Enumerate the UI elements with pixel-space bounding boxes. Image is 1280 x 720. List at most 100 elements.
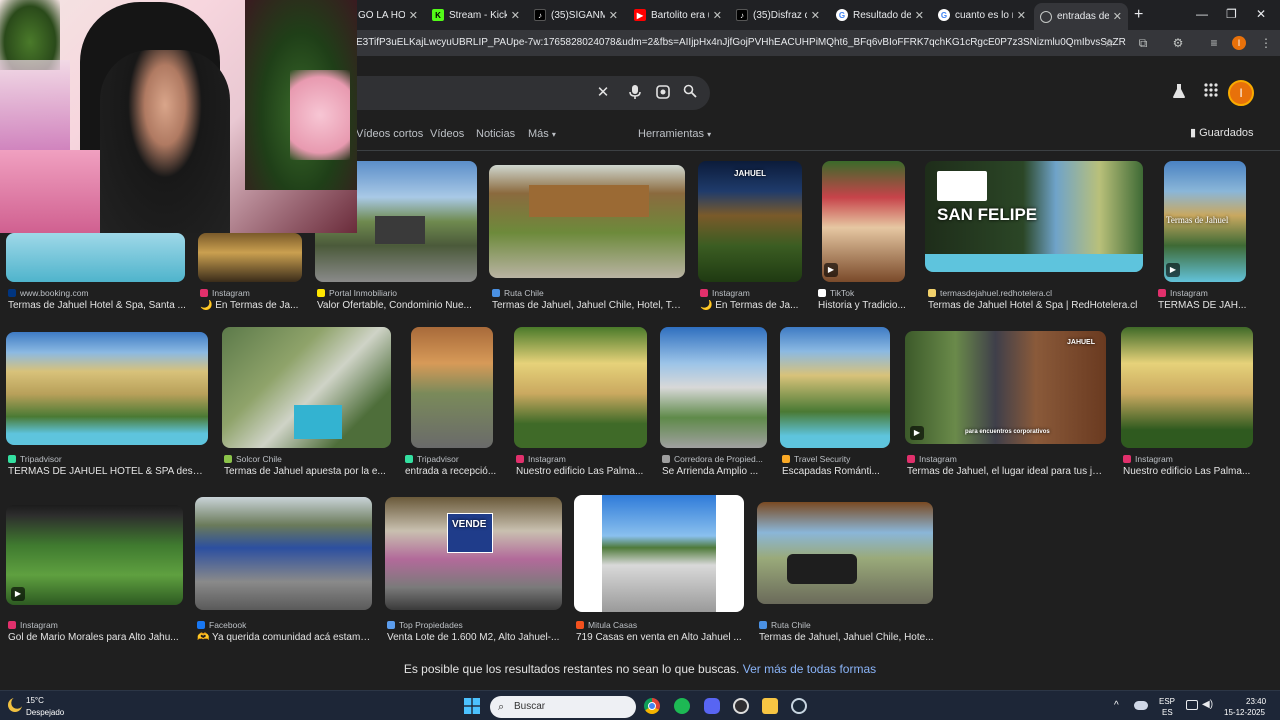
profile-icon[interactable]: I [1232,36,1246,50]
weather-icon[interactable] [8,698,22,712]
result-title[interactable]: 🌙 En Termas de Ja... [200,300,304,311]
result-title[interactable]: Escapadas Románti... [782,466,892,477]
language-top[interactable]: ESP [1159,697,1175,706]
result-source[interactable]: Corredora de Propied... [662,454,768,464]
result-title[interactable]: Nuestro edificio Las Palma... [1123,466,1253,477]
clear-search-icon[interactable]: ✕ [594,84,612,102]
result-title[interactable]: Termas de Jahuel, Jahuel Chile, Hote... [759,632,935,643]
taskbar-search-input[interactable]: ⌕ Buscar [490,696,636,718]
minimize-icon[interactable]: — [1196,7,1208,21]
restore-icon[interactable]: ❐ [1226,7,1237,21]
extensions-icon[interactable]: ⧉ [1135,35,1151,51]
volume-icon[interactable]: ◀) [1202,699,1213,710]
show-all-link[interactable]: Ver más de todas formas [743,662,876,676]
result-source[interactable]: TikTok [818,288,918,298]
steam-icon[interactable] [791,698,807,714]
result-image[interactable] [411,327,493,448]
result-source[interactable]: Top Propiedades [387,620,563,630]
clock-time[interactable]: 23:40 [1246,697,1266,706]
filter-videos-cortos[interactable]: Vídeos cortos [356,128,423,140]
windows-start-icon[interactable] [464,698,480,714]
result-title[interactable]: Termas de Jahuel Hotel & Spa, Santa ... [8,300,186,311]
result-source[interactable]: Instagram [200,288,304,298]
close-icon[interactable]: ✕ [1017,9,1026,22]
result-title[interactable]: Historia y Tradicio... [818,300,918,311]
result-source[interactable]: Ruta Chile [492,288,684,298]
result-image[interactable] [6,332,208,445]
saved-button[interactable]: ▮ Guardados [1190,126,1254,139]
close-icon[interactable]: ✕ [1113,10,1122,23]
close-icon[interactable]: ✕ [511,9,520,22]
result-source[interactable]: Solcor Chile [224,454,392,464]
browser-tab[interactable]: G Resultado de ir ✕ [830,3,930,27]
labs-flask-icon[interactable] [1172,83,1186,103]
result-image[interactable] [1121,327,1253,448]
close-icon[interactable]: ✕ [915,9,924,22]
file-explorer-icon[interactable] [762,698,778,714]
result-image[interactable]: SAN FELIPE [925,161,1143,272]
result-title[interactable]: Gol de Mario Morales para Alto Jahu... [8,632,184,643]
result-source[interactable]: Instagram [1123,454,1253,464]
result-title[interactable]: entrada a recepció... [405,466,505,477]
extension-icon[interactable]: ⚙ [1170,35,1186,51]
result-image[interactable]: Termas de Jahuel ▶ [1164,161,1246,282]
result-title[interactable]: Termas de Jahuel, el lugar ideal para tu… [907,466,1107,477]
address-bar[interactable]: E3TifP3uELKajLwcyuUBRLIP_PAUpe-7w:176582… [356,33,1126,53]
result-source[interactable]: Facebook [197,620,373,630]
apps-grid-icon[interactable] [1204,83,1218,101]
result-title[interactable]: Se Arrienda Amplio ... [662,466,768,477]
result-image[interactable] [757,502,933,604]
microphone-icon[interactable] [626,84,644,102]
clock-date[interactable]: 15-12-2025 [1224,708,1265,717]
filter-mas[interactable]: Más ▾ [528,128,556,140]
result-source[interactable]: Tripadvisor [405,454,505,464]
filter-videos[interactable]: Vídeos [430,128,464,140]
browser-tab[interactable]: ♪ (35)Disfraz de ✕ [730,3,826,27]
result-image[interactable] [660,327,767,448]
result-image[interactable] [195,497,372,610]
chrome-icon[interactable] [644,698,660,714]
result-source[interactable]: Travel Security [782,454,892,464]
result-source[interactable]: Instagram [8,620,184,630]
result-title[interactable]: 🌙 En Termas de Ja... [700,300,804,311]
close-icon[interactable]: ✕ [713,9,722,22]
result-source[interactable]: termasdejahuel.redhotelera.cl [928,288,1142,298]
account-avatar[interactable]: I [1228,80,1254,106]
result-image[interactable] [489,165,685,278]
media-controls-icon[interactable]: ≡ [1206,35,1222,51]
filter-noticias[interactable]: Noticias [476,128,515,140]
browser-tab[interactable]: ▶ Bartolito era u ✕ [628,3,728,27]
result-image[interactable]: JAHUEL [698,161,802,282]
close-window-icon[interactable]: ✕ [1256,7,1266,21]
result-title[interactable]: Nuestro edificio Las Palma... [516,466,646,477]
result-image[interactable] [780,327,890,448]
result-title[interactable]: 719 Casas en venta en Alto Jahuel ... [576,632,746,643]
browser-tab[interactable]: K Stream - Kick C ✕ [426,3,526,27]
result-title[interactable]: TERMAS DE JAH... [1158,300,1252,311]
onedrive-icon[interactable] [1134,701,1148,710]
result-source[interactable]: Instagram [907,454,1107,464]
result-source[interactable]: Instagram [700,288,804,298]
close-icon[interactable]: ✕ [609,9,618,22]
result-title[interactable]: TERMAS DE JAHUEL HOTEL & SPA desde... [8,466,208,477]
result-image[interactable] [574,495,744,612]
bookmark-star-icon[interactable]: ☆ [1101,35,1117,51]
network-icon[interactable] [1186,700,1198,710]
result-image[interactable]: ▶ [822,161,905,282]
result-source[interactable]: Mitula Casas [576,620,746,630]
result-image[interactable] [6,233,185,282]
result-image[interactable] [198,233,302,282]
weather-temp[interactable]: 15°C [26,696,44,705]
result-source[interactable]: Instagram [516,454,646,464]
kebab-menu-icon[interactable]: ⋮ [1258,35,1274,51]
result-source[interactable]: www.booking.com [8,288,186,298]
browser-tab[interactable]: G cuanto es lo m ✕ [932,3,1032,27]
result-image[interactable]: ▶ [6,505,183,605]
result-title[interactable]: Termas de Jahuel Hotel & Spa | RedHotele… [928,300,1142,311]
result-source[interactable]: Tripadvisor [8,454,208,464]
chevron-up-icon[interactable]: ^ [1114,700,1119,711]
browser-tab[interactable]: ♪ (35)SÍGANME ✕ [528,3,624,27]
close-icon[interactable]: ✕ [811,9,820,22]
search-icon[interactable] [681,84,699,102]
result-source[interactable]: Ruta Chile [759,620,935,630]
